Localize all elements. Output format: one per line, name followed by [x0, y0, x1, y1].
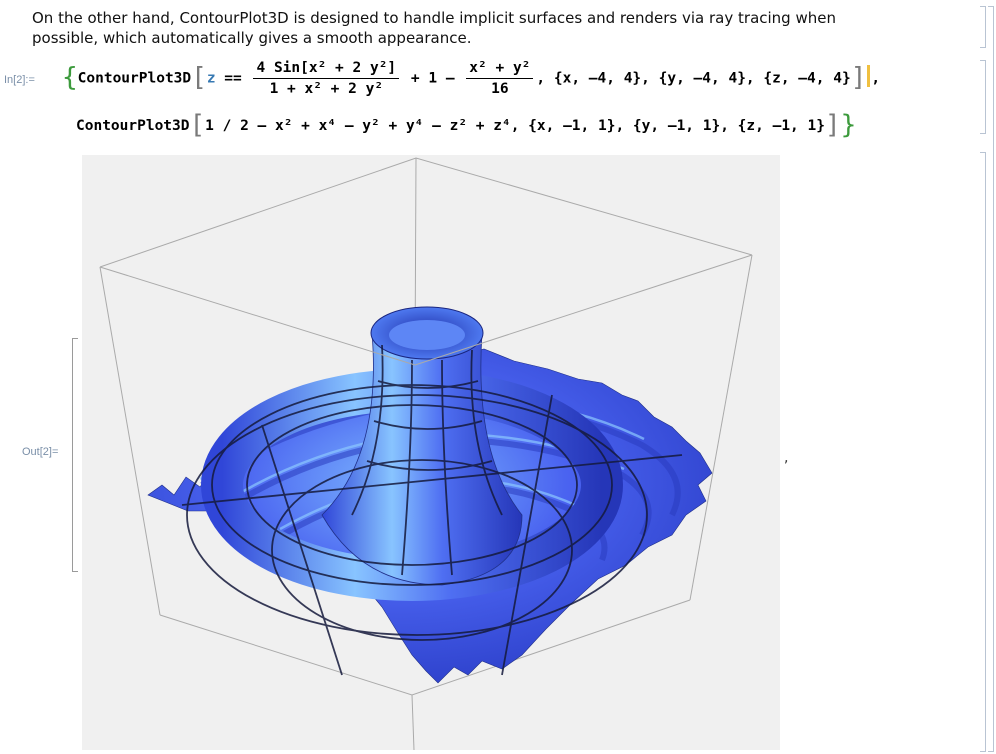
- var-z: z: [206, 70, 216, 87]
- ranges-1: , {x, –4, 4}, {y, –4, 4}, {z, –4, 4}: [536, 70, 851, 87]
- open-brace: {: [62, 62, 78, 93]
- close-brace: }: [840, 110, 857, 140]
- func-head-2: ContourPlot3D: [76, 118, 190, 134]
- fraction-1-numerator: 4 Sin[x² + 2 y²]: [253, 60, 400, 79]
- graphics-3d-output[interactable]: [82, 155, 780, 751]
- output-label: Out[2]=: [22, 446, 59, 458]
- open-bracket: [: [191, 62, 207, 93]
- text-line-1: On the other hand, ContourPlot3D is desi…: [32, 9, 836, 27]
- output-group-bracket: [72, 338, 78, 572]
- output-comma: ,: [784, 450, 789, 466]
- insertion-cursor: [867, 64, 871, 87]
- group-cell-bracket[interactable]: [988, 6, 994, 752]
- fraction-2: x² + y² 16: [466, 60, 534, 97]
- text-line-2: possible, which automatically gives a sm…: [32, 29, 472, 47]
- plus-one-minus: + 1 –: [410, 70, 455, 87]
- output-cell-bracket[interactable]: [980, 152, 986, 752]
- fraction-1: 4 Sin[x² + 2 y²] 1 + x² + 2 y²: [253, 60, 400, 97]
- fraction-2-numerator: x² + y²: [466, 60, 534, 79]
- fraction-2-denominator: 16: [491, 81, 509, 97]
- input-cell-bracket[interactable]: [980, 60, 986, 134]
- ranges-2: , {x, –1, 1}, {y, –1, 1}, {z, –1, 1}: [510, 118, 825, 134]
- list-comma: ,: [871, 70, 881, 87]
- input-line-1[interactable]: {ContourPlot3D[z == 4 Sin[x² + 2 y²] 1 +…: [62, 60, 880, 97]
- text-cell-bracket[interactable]: [980, 6, 986, 48]
- close-bracket: ]: [850, 62, 867, 93]
- open-bracket-2: [: [189, 110, 206, 140]
- input-label: In[2]:=: [4, 74, 35, 86]
- func-head-1: ContourPlot3D: [77, 70, 192, 87]
- equality: ==: [224, 70, 242, 87]
- expr-2: 1 / 2 – x² + x⁴ – y² + y⁴ – z² + z⁴: [205, 118, 511, 134]
- close-bracket-2: ]: [824, 110, 841, 140]
- contour-surface-plot: [99, 157, 753, 751]
- input-line-2[interactable]: ContourPlot3D[1 / 2 – x² + x⁴ – y² + y⁴ …: [76, 110, 856, 140]
- text-cell[interactable]: On the other hand, ContourPlot3D is desi…: [32, 8, 912, 48]
- fraction-1-denominator: 1 + x² + 2 y²: [269, 81, 384, 97]
